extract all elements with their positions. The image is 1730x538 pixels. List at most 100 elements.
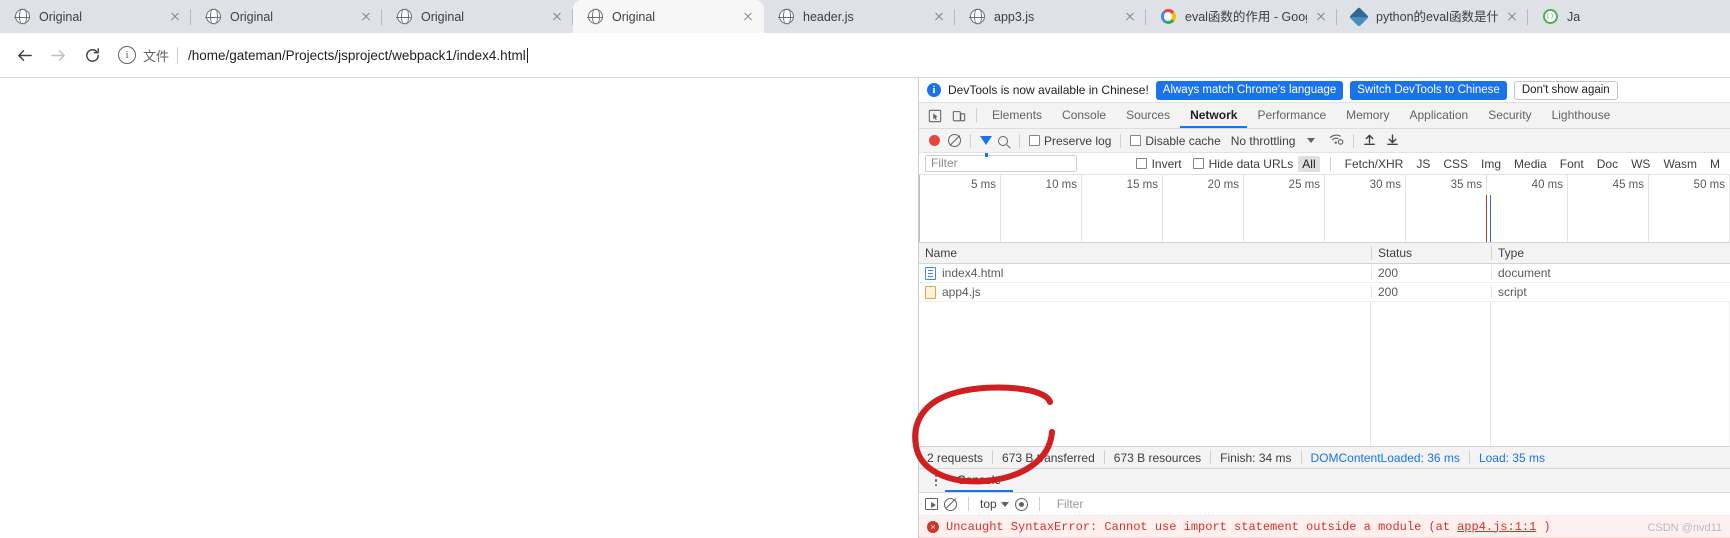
export-har-icon[interactable]: [1386, 133, 1399, 149]
filter-type-manifest[interactable]: M: [1706, 156, 1724, 172]
hide-data-urls-label[interactable]: Hide data URLs: [1209, 157, 1294, 171]
network-overview-timeline[interactable]: 5 ms 10 ms 15 ms 20 ms 25 ms 30 ms 35 ms…: [919, 175, 1730, 243]
timeline-tick: 40 ms: [1487, 175, 1568, 242]
filter-type-js[interactable]: JS: [1412, 156, 1434, 172]
live-expression-icon[interactable]: [1014, 497, 1028, 511]
search-icon[interactable]: [996, 135, 1010, 146]
context-value: top: [980, 497, 997, 511]
browser-tab-active[interactable]: Original: [573, 0, 764, 33]
switch-to-chinese-button[interactable]: Switch DevTools to Chinese: [1350, 80, 1507, 100]
globe-icon: [586, 8, 604, 25]
request-name-cell[interactable]: app4.js: [919, 285, 1371, 299]
divider: [992, 451, 994, 464]
error-icon: ×: [927, 520, 939, 533]
context-selector[interactable]: top: [980, 497, 1009, 511]
browser-toolbar: i 文件 /home/gateman/Projects/jsproject/we…: [0, 33, 1730, 78]
forward-icon[interactable]: [42, 39, 74, 71]
tab-title: app3.js: [994, 9, 1035, 24]
filter-type-wasm[interactable]: Wasm: [1659, 156, 1701, 172]
close-icon[interactable]: [740, 9, 756, 25]
close-icon[interactable]: [1504, 9, 1520, 25]
execution-context-icon[interactable]: [925, 498, 938, 510]
tab-elements[interactable]: Elements: [982, 103, 1052, 128]
browser-tab[interactable]: header.js: [764, 0, 955, 33]
tab-console[interactable]: Console: [1052, 103, 1116, 128]
url-text: /home/gateman/Projects/jsproject/webpack…: [188, 47, 526, 63]
hide-data-urls-checkbox[interactable]: [1192, 158, 1204, 169]
close-icon[interactable]: [167, 9, 183, 25]
import-har-icon[interactable]: [1363, 133, 1376, 149]
filter-input[interactable]: Filter: [925, 155, 1077, 172]
devtools-language-banner: i DevTools is now available in Chinese! …: [919, 78, 1730, 103]
dont-show-again-button[interactable]: Don't show again: [1513, 80, 1618, 100]
device-toolbar-icon[interactable]: [947, 103, 971, 128]
disable-cache-checkbox[interactable]: [1130, 135, 1142, 146]
preserve-log-checkbox[interactable]: [1029, 135, 1040, 146]
close-icon[interactable]: [549, 9, 565, 25]
summary-finish: Finish: 34 ms: [1220, 450, 1292, 465]
throttling-select[interactable]: No throttling: [1231, 134, 1296, 148]
reload-icon[interactable]: [76, 39, 108, 71]
filter-type-img[interactable]: Img: [1477, 156, 1505, 172]
always-match-language-button[interactable]: Always match Chrome's language: [1155, 80, 1344, 100]
browser-tab[interactable]: Original: [382, 0, 573, 33]
tab-title: Original: [612, 9, 656, 24]
browser-tab[interactable]: python的eval函数是什: [1337, 0, 1528, 33]
record-icon[interactable]: [929, 135, 940, 146]
funnel-icon[interactable]: [980, 136, 992, 157]
tab-network[interactable]: Network: [1180, 103, 1248, 128]
filter-type-fetch-xhr[interactable]: Fetch/XHR: [1341, 156, 1408, 172]
drawer-tab-console[interactable]: Console: [945, 469, 1014, 492]
filter-type-font[interactable]: Font: [1556, 156, 1588, 172]
inspect-element-icon[interactable]: [923, 103, 947, 128]
tab-sources[interactable]: Sources: [1116, 103, 1180, 128]
close-icon[interactable]: [931, 9, 947, 25]
browser-tab[interactable]: Original: [191, 0, 382, 33]
browser-tab[interactable]: app3.js: [955, 0, 1146, 33]
console-filter-input[interactable]: Filter: [1051, 497, 1724, 511]
browser-tab[interactable]: Original: [0, 0, 191, 33]
clear-console-icon[interactable]: [944, 497, 957, 511]
column-header-status[interactable]: Status: [1371, 246, 1491, 260]
browser-tab[interactable]: eval函数的作用 - Goog: [1146, 0, 1337, 33]
globe-icon: [777, 8, 795, 25]
console-message-source-link[interactable]: app4.js:1:1: [1457, 520, 1536, 534]
invert-checkbox[interactable]: [1135, 158, 1147, 169]
table-row[interactable]: app4.js 200 script: [919, 283, 1730, 302]
back-icon[interactable]: [8, 39, 40, 71]
address-bar[interactable]: i 文件 /home/gateman/Projects/jsproject/we…: [118, 41, 1730, 69]
tab-lighthouse[interactable]: Lighthouse: [1542, 103, 1621, 128]
wifi-settings-icon[interactable]: [1329, 133, 1344, 149]
preserve-log-label[interactable]: Preserve log: [1044, 134, 1111, 148]
column-header-name[interactable]: Name: [919, 246, 1371, 260]
timeline-tick: 25 ms: [1244, 175, 1325, 242]
filter-type-media[interactable]: Media: [1510, 156, 1551, 172]
console-message-error[interactable]: × Uncaught SyntaxError: Cannot use impor…: [919, 516, 1730, 538]
timeline-tick: 30 ms: [1325, 175, 1406, 242]
chevron-down-icon[interactable]: [1307, 138, 1316, 143]
table-row[interactable]: index4.html 200 document: [919, 264, 1730, 283]
devtools-tab-bar: Elements Console Sources Network Perform…: [919, 103, 1730, 129]
browser-tab[interactable]: ⟨⟩ Ja: [1528, 0, 1588, 33]
disable-cache-label[interactable]: Disable cache: [1145, 134, 1220, 148]
info-icon[interactable]: i: [118, 46, 136, 64]
clear-icon[interactable]: [948, 134, 961, 147]
filter-type-all[interactable]: All: [1298, 155, 1320, 172]
request-name-cell[interactable]: index4.html: [919, 266, 1371, 280]
filter-type-doc[interactable]: Doc: [1593, 156, 1622, 172]
tab-memory[interactable]: Memory: [1336, 103, 1399, 128]
filter-type-css[interactable]: CSS: [1439, 156, 1472, 172]
timeline-tick: 20 ms: [1163, 175, 1244, 242]
tab-security[interactable]: Security: [1478, 103, 1541, 128]
kebab-menu-icon[interactable]: [927, 469, 945, 492]
tab-application[interactable]: Application: [1399, 103, 1478, 128]
filter-type-ws[interactable]: WS: [1627, 156, 1654, 172]
close-icon[interactable]: [1313, 9, 1329, 25]
close-icon[interactable]: [358, 9, 374, 25]
request-status: 200: [1371, 266, 1491, 280]
tab-performance[interactable]: Performance: [1247, 103, 1336, 128]
invert-label[interactable]: Invert: [1152, 157, 1182, 171]
column-header-type[interactable]: Type: [1491, 246, 1730, 260]
close-icon[interactable]: [1122, 9, 1138, 25]
timeline-tick-label: 5 ms: [971, 179, 996, 191]
